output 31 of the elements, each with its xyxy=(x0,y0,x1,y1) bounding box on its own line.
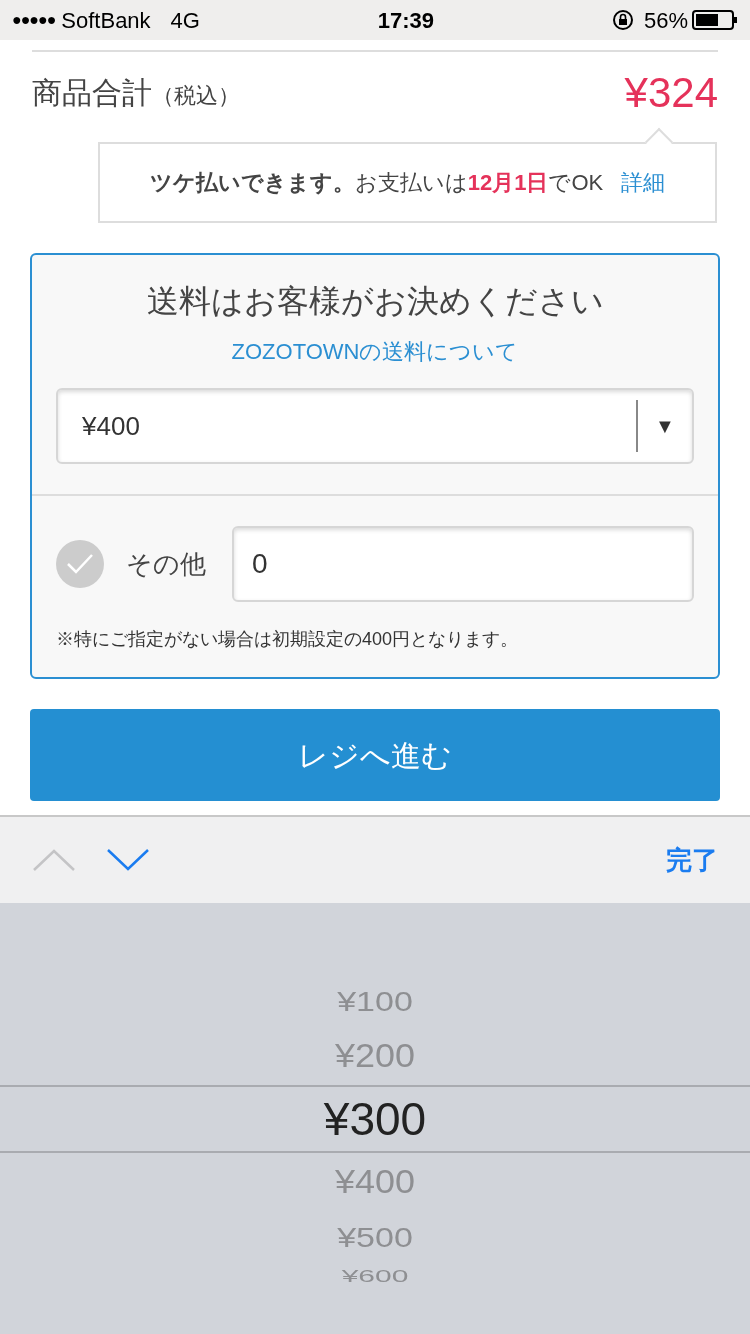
shipping-info-link[interactable]: ZOZOTOWNの送料について xyxy=(231,335,519,368)
details-link[interactable]: 詳細 xyxy=(621,166,666,199)
pay-later-headline: ツケ払いできます。 xyxy=(149,169,355,197)
other-label: その他 xyxy=(126,547,206,581)
rotation-lock-icon xyxy=(611,9,634,31)
network-type: 4G xyxy=(170,6,200,35)
other-checkbox[interactable] xyxy=(56,540,104,588)
picker-option[interactable]: ¥500 xyxy=(337,1223,413,1251)
picker-option[interactable]: ¥300 xyxy=(323,1096,427,1142)
carrier-name: SoftBank xyxy=(61,6,151,35)
tax-note: （税込） xyxy=(152,81,240,110)
picker-wheel[interactable]: ¥100 ¥200 ¥300 ¥400 ¥500 ¥600 xyxy=(0,903,750,1334)
payment-date-text: お支払いは12月1日でOK xyxy=(354,169,604,197)
chevron-down-icon[interactable] xyxy=(106,848,150,872)
total-price: ¥324 xyxy=(624,67,718,118)
picker-option[interactable]: ¥600 xyxy=(341,1267,409,1285)
shipping-title: 送料はお客様がお決めください xyxy=(145,282,605,321)
battery-percent: 56% xyxy=(643,6,688,35)
default-fee-note: ※特にご指定がない場合は初期設定の400円となります。 xyxy=(55,628,520,651)
picker-option[interactable]: ¥400 xyxy=(334,1165,416,1199)
shipping-fee-select[interactable]: ¥400 ▼ xyxy=(56,388,694,464)
check-icon xyxy=(65,552,95,576)
checkout-button[interactable]: レジへ進む xyxy=(30,709,720,801)
picker-option[interactable]: ¥200 xyxy=(334,1039,416,1073)
other-amount-field[interactable]: 0 xyxy=(232,526,694,602)
signal-indicator: ●●●●● xyxy=(12,10,56,30)
clock-time: 17:39 xyxy=(377,6,435,35)
done-button[interactable]: 完了 xyxy=(666,840,718,880)
total-label: 商品合計 xyxy=(32,74,152,111)
battery-icon xyxy=(692,9,738,31)
picker-option[interactable]: ¥100 xyxy=(337,987,413,1015)
